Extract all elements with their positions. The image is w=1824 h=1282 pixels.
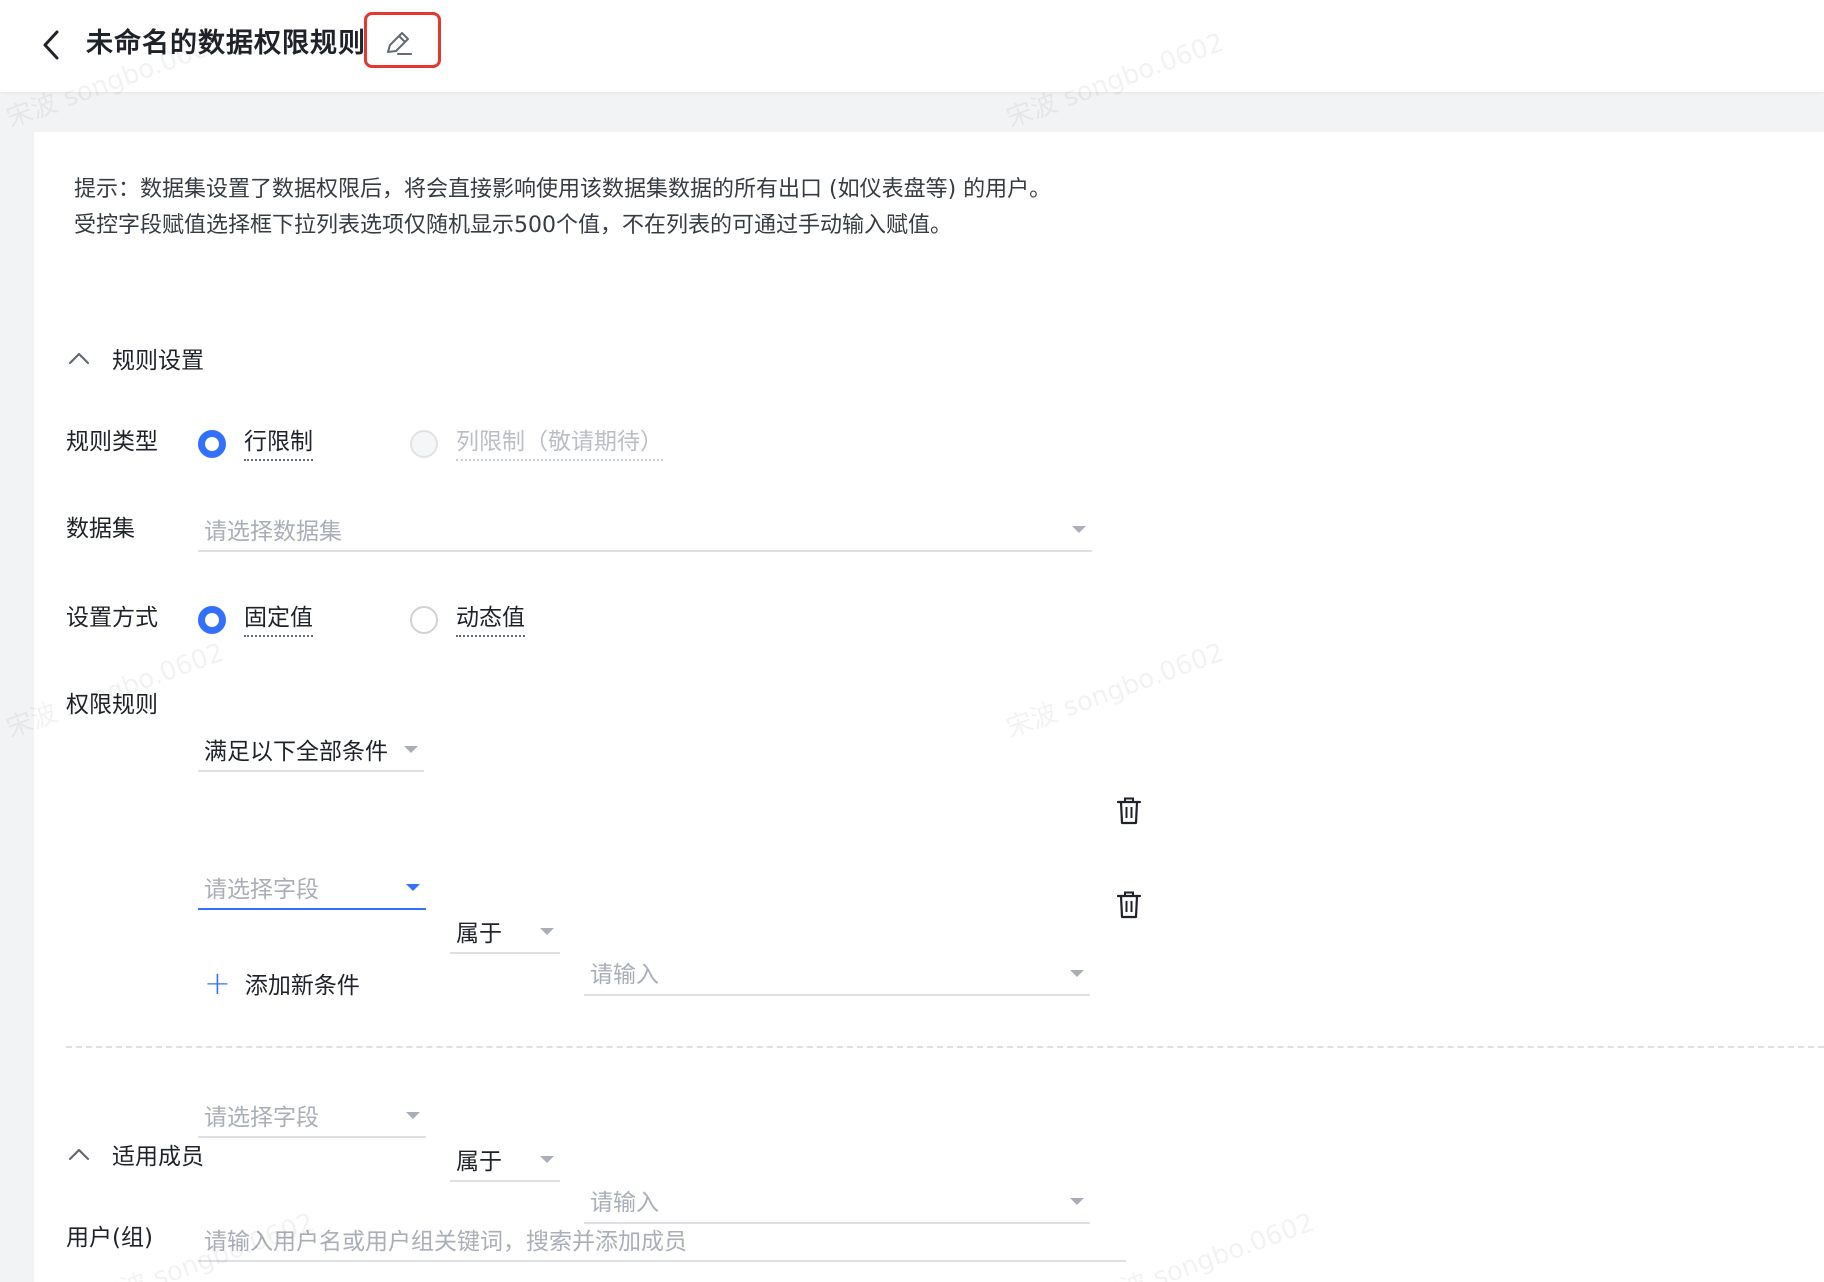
radio-row-limit-label: 行限制 bbox=[244, 426, 313, 461]
members-section-toggle[interactable] bbox=[64, 1139, 94, 1169]
members-section-header: 适用成员 bbox=[64, 1136, 204, 1172]
condition-2-operator-value: 属于 bbox=[456, 1149, 502, 1175]
condition-1-operator-value: 属于 bbox=[456, 921, 502, 947]
condition-2-field-select[interactable]: 请选择字段 bbox=[198, 1094, 426, 1138]
caret-down-icon bbox=[1072, 526, 1086, 533]
condition-2-operator-select[interactable]: 属于 bbox=[450, 1138, 560, 1182]
caret-down-icon bbox=[1070, 970, 1084, 977]
trash-icon bbox=[1116, 891, 1142, 919]
rule-type-label: 规则类型 bbox=[66, 429, 158, 455]
rule-section-title: 规则设置 bbox=[112, 348, 204, 374]
trash-icon bbox=[1116, 797, 1142, 825]
user-group-label: 用户(组) bbox=[66, 1225, 153, 1251]
radio-row-limit[interactable]: 行限制 bbox=[198, 426, 313, 461]
chevron-up-icon bbox=[68, 352, 90, 365]
dataset-select-placeholder: 请选择数据集 bbox=[204, 519, 342, 545]
add-condition-button[interactable]: + 添加新条件 bbox=[204, 966, 360, 1000]
radio-dynamic-value-label: 动态值 bbox=[456, 602, 525, 637]
permission-rule-value: 满足以下全部条件 bbox=[204, 739, 388, 765]
condition-1-value-select[interactable]: 请输入 bbox=[584, 950, 1090, 996]
condition-2-value-placeholder: 请输入 bbox=[590, 1190, 659, 1216]
dataset-label: 数据集 bbox=[66, 516, 135, 542]
radio-fixed-value-control[interactable] bbox=[198, 605, 226, 634]
caret-down-icon bbox=[540, 1156, 554, 1163]
caret-down-icon bbox=[406, 1112, 420, 1119]
condition-2-field-placeholder: 请选择字段 bbox=[204, 1105, 319, 1131]
members-section-title: 适用成员 bbox=[112, 1144, 204, 1170]
radio-column-limit-label: 列限制（敬请期待） bbox=[456, 426, 663, 461]
dataset-select[interactable]: 请选择数据集 bbox=[198, 508, 1092, 552]
edit-title-button[interactable] bbox=[364, 12, 441, 68]
edit-pencil-icon bbox=[387, 32, 412, 55]
chevron-up-icon bbox=[68, 1148, 90, 1161]
caret-down-icon bbox=[404, 746, 418, 753]
back-button[interactable] bbox=[36, 26, 66, 64]
permission-rule-select[interactable]: 满足以下全部条件 bbox=[198, 728, 424, 772]
set-mode-label: 设置方式 bbox=[66, 605, 158, 631]
radio-fixed-value-label: 固定值 bbox=[244, 602, 313, 637]
rule-section-toggle[interactable] bbox=[64, 343, 94, 373]
page-title: 未命名的数据权限规则 bbox=[86, 28, 366, 59]
page-header: 未命名的数据权限规则 bbox=[0, 0, 1824, 92]
radio-column-limit-control[interactable] bbox=[410, 429, 438, 458]
caret-down-icon bbox=[540, 928, 554, 935]
section-divider bbox=[66, 1046, 1824, 1048]
condition-1-value-placeholder: 请输入 bbox=[590, 962, 659, 988]
condition-1-delete-button[interactable] bbox=[1116, 796, 1142, 826]
caret-down-icon bbox=[406, 884, 420, 891]
plus-icon: + bbox=[204, 964, 231, 1002]
radio-dynamic-value[interactable]: 动态值 bbox=[410, 602, 525, 637]
user-search-placeholder: 请输入用户名或用户组关键词，搜索并添加成员 bbox=[204, 1229, 687, 1255]
condition-1-field-select[interactable]: 请选择字段 bbox=[198, 866, 426, 910]
caret-down-icon bbox=[1070, 1198, 1084, 1205]
condition-1-field-placeholder: 请选择字段 bbox=[204, 877, 319, 903]
rule-section-header: 规则设置 bbox=[64, 340, 204, 376]
radio-dynamic-value-control[interactable] bbox=[410, 605, 438, 634]
condition-2-delete-button[interactable] bbox=[1116, 890, 1142, 920]
main-panel: 提示：数据集设置了数据权限后，将会直接影响使用该数据集数据的所有出口 (如仪表盘… bbox=[34, 132, 1824, 1282]
radio-fixed-value[interactable]: 固定值 bbox=[198, 602, 313, 637]
condition-1-operator-select[interactable]: 属于 bbox=[450, 910, 560, 954]
tip-text: 提示：数据集设置了数据权限后，将会直接影响使用该数据集数据的所有出口 (如仪表盘… bbox=[74, 177, 1052, 238]
radio-row-limit-control[interactable] bbox=[198, 429, 226, 458]
permission-rule-label: 权限规则 bbox=[66, 692, 158, 718]
add-condition-label: 添加新条件 bbox=[244, 973, 360, 999]
radio-column-limit[interactable]: 列限制（敬请期待） bbox=[410, 426, 663, 461]
chevron-left-icon bbox=[43, 30, 59, 60]
user-search-input[interactable]: 请输入用户名或用户组关键词，搜索并添加成员 bbox=[198, 1218, 1126, 1262]
